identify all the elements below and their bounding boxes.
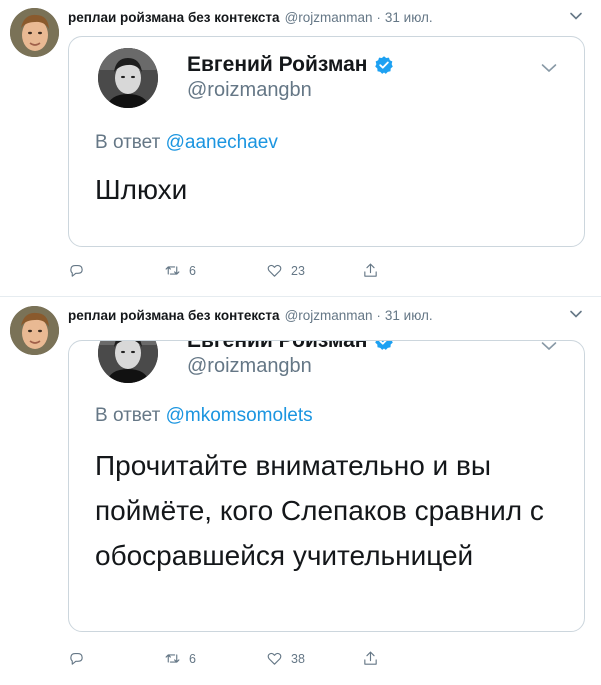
like-count: 23 xyxy=(291,263,305,278)
author-avatar[interactable] xyxy=(10,306,59,355)
like-icon xyxy=(267,652,282,665)
author-name[interactable]: реплаи ройзмана без контекста xyxy=(68,308,280,323)
reply-button[interactable] xyxy=(68,650,85,667)
retweet-count: 6 xyxy=(189,651,196,666)
chevron-down-icon[interactable] xyxy=(569,9,583,23)
quoted-author-name[interactable]: Евгений Ройзман xyxy=(187,53,394,77)
reply-mention-link[interactable]: @aanechaev xyxy=(166,132,278,153)
like-button[interactable]: 38 xyxy=(266,650,305,667)
quoted-author-name-text: Евгений Ройзман xyxy=(187,53,368,76)
reply-button[interactable] xyxy=(68,262,85,279)
tweet-header: реплаи ройзмана без контекста @rojzmanma… xyxy=(68,305,591,325)
like-icon xyxy=(267,264,282,277)
reply-icon xyxy=(70,264,83,277)
reply-prefix: В ответ xyxy=(95,405,161,426)
verified-badge-icon xyxy=(375,56,394,74)
author-handle[interactable]: @rojzmanman xyxy=(285,308,373,323)
retweet-button[interactable]: 6 xyxy=(164,650,196,667)
timestamp[interactable]: 31 июл. xyxy=(385,308,433,323)
quoted-tweet-text: Шлюхи xyxy=(95,174,188,205)
share-button[interactable] xyxy=(362,262,379,279)
quoted-author-name[interactable]: Евгений Ройзман xyxy=(187,340,394,353)
tweet-divider xyxy=(0,296,601,297)
quoted-tweet-text: Прочитайте внимательно и вы поймёте, ког… xyxy=(95,450,544,571)
share-icon xyxy=(364,651,377,665)
quoted-author-avatar[interactable] xyxy=(98,48,158,108)
tweet[interactable]: реплаи ройзмана без контекста @rojzmanma… xyxy=(0,298,601,685)
quoted-author-handle[interactable]: @roizmangbn xyxy=(187,355,312,378)
quoted-author-handle[interactable]: @roizmangbn xyxy=(187,79,312,102)
verified-badge-icon xyxy=(375,341,394,350)
quoted-tweet[interactable]: Евгений Ройзман @roizmangbn В ответ @mko… xyxy=(68,340,585,632)
tweet-header: реплаи ройзмана без контекста @rojzmanma… xyxy=(68,7,591,27)
tweet-actions: 6 38 xyxy=(68,650,408,670)
chevron-down-icon[interactable] xyxy=(540,59,558,77)
quoted-author-name-text: Евгений Ройзман xyxy=(187,340,368,352)
retweet-button[interactable]: 6 xyxy=(164,262,196,279)
timestamp[interactable]: 31 июл. xyxy=(385,10,433,25)
reply-prefix: В ответ xyxy=(95,132,161,153)
retweet-count: 6 xyxy=(189,263,196,278)
author-name[interactable]: реплаи ройзмана без контекста xyxy=(68,10,280,25)
reply-mention-link[interactable]: @mkomsomolets xyxy=(166,405,313,426)
share-icon xyxy=(364,263,377,277)
reply-context: В ответ @mkomsomolets xyxy=(95,405,313,427)
tweet[interactable]: реплаи ройзмана без контекста @rojzmanma… xyxy=(0,0,601,297)
tweet-actions: 6 23 xyxy=(68,262,408,282)
reply-context: В ответ @aanechaev xyxy=(95,132,278,154)
like-button[interactable]: 23 xyxy=(266,262,305,279)
author-handle[interactable]: @rojzmanman xyxy=(285,10,373,25)
quoted-tweet[interactable]: Евгений Ройзман @roizmangbn В ответ @aan… xyxy=(68,36,585,247)
chevron-down-icon[interactable] xyxy=(569,307,583,321)
chevron-down-icon[interactable] xyxy=(540,340,558,355)
author-avatar[interactable] xyxy=(10,8,59,57)
separator: · xyxy=(376,307,381,323)
separator: · xyxy=(376,9,381,25)
retweet-icon xyxy=(165,654,180,663)
quoted-author-avatar[interactable] xyxy=(98,341,158,383)
retweet-icon xyxy=(165,266,180,275)
reply-icon xyxy=(70,652,83,665)
share-button[interactable] xyxy=(362,650,379,667)
like-count: 38 xyxy=(291,651,305,666)
